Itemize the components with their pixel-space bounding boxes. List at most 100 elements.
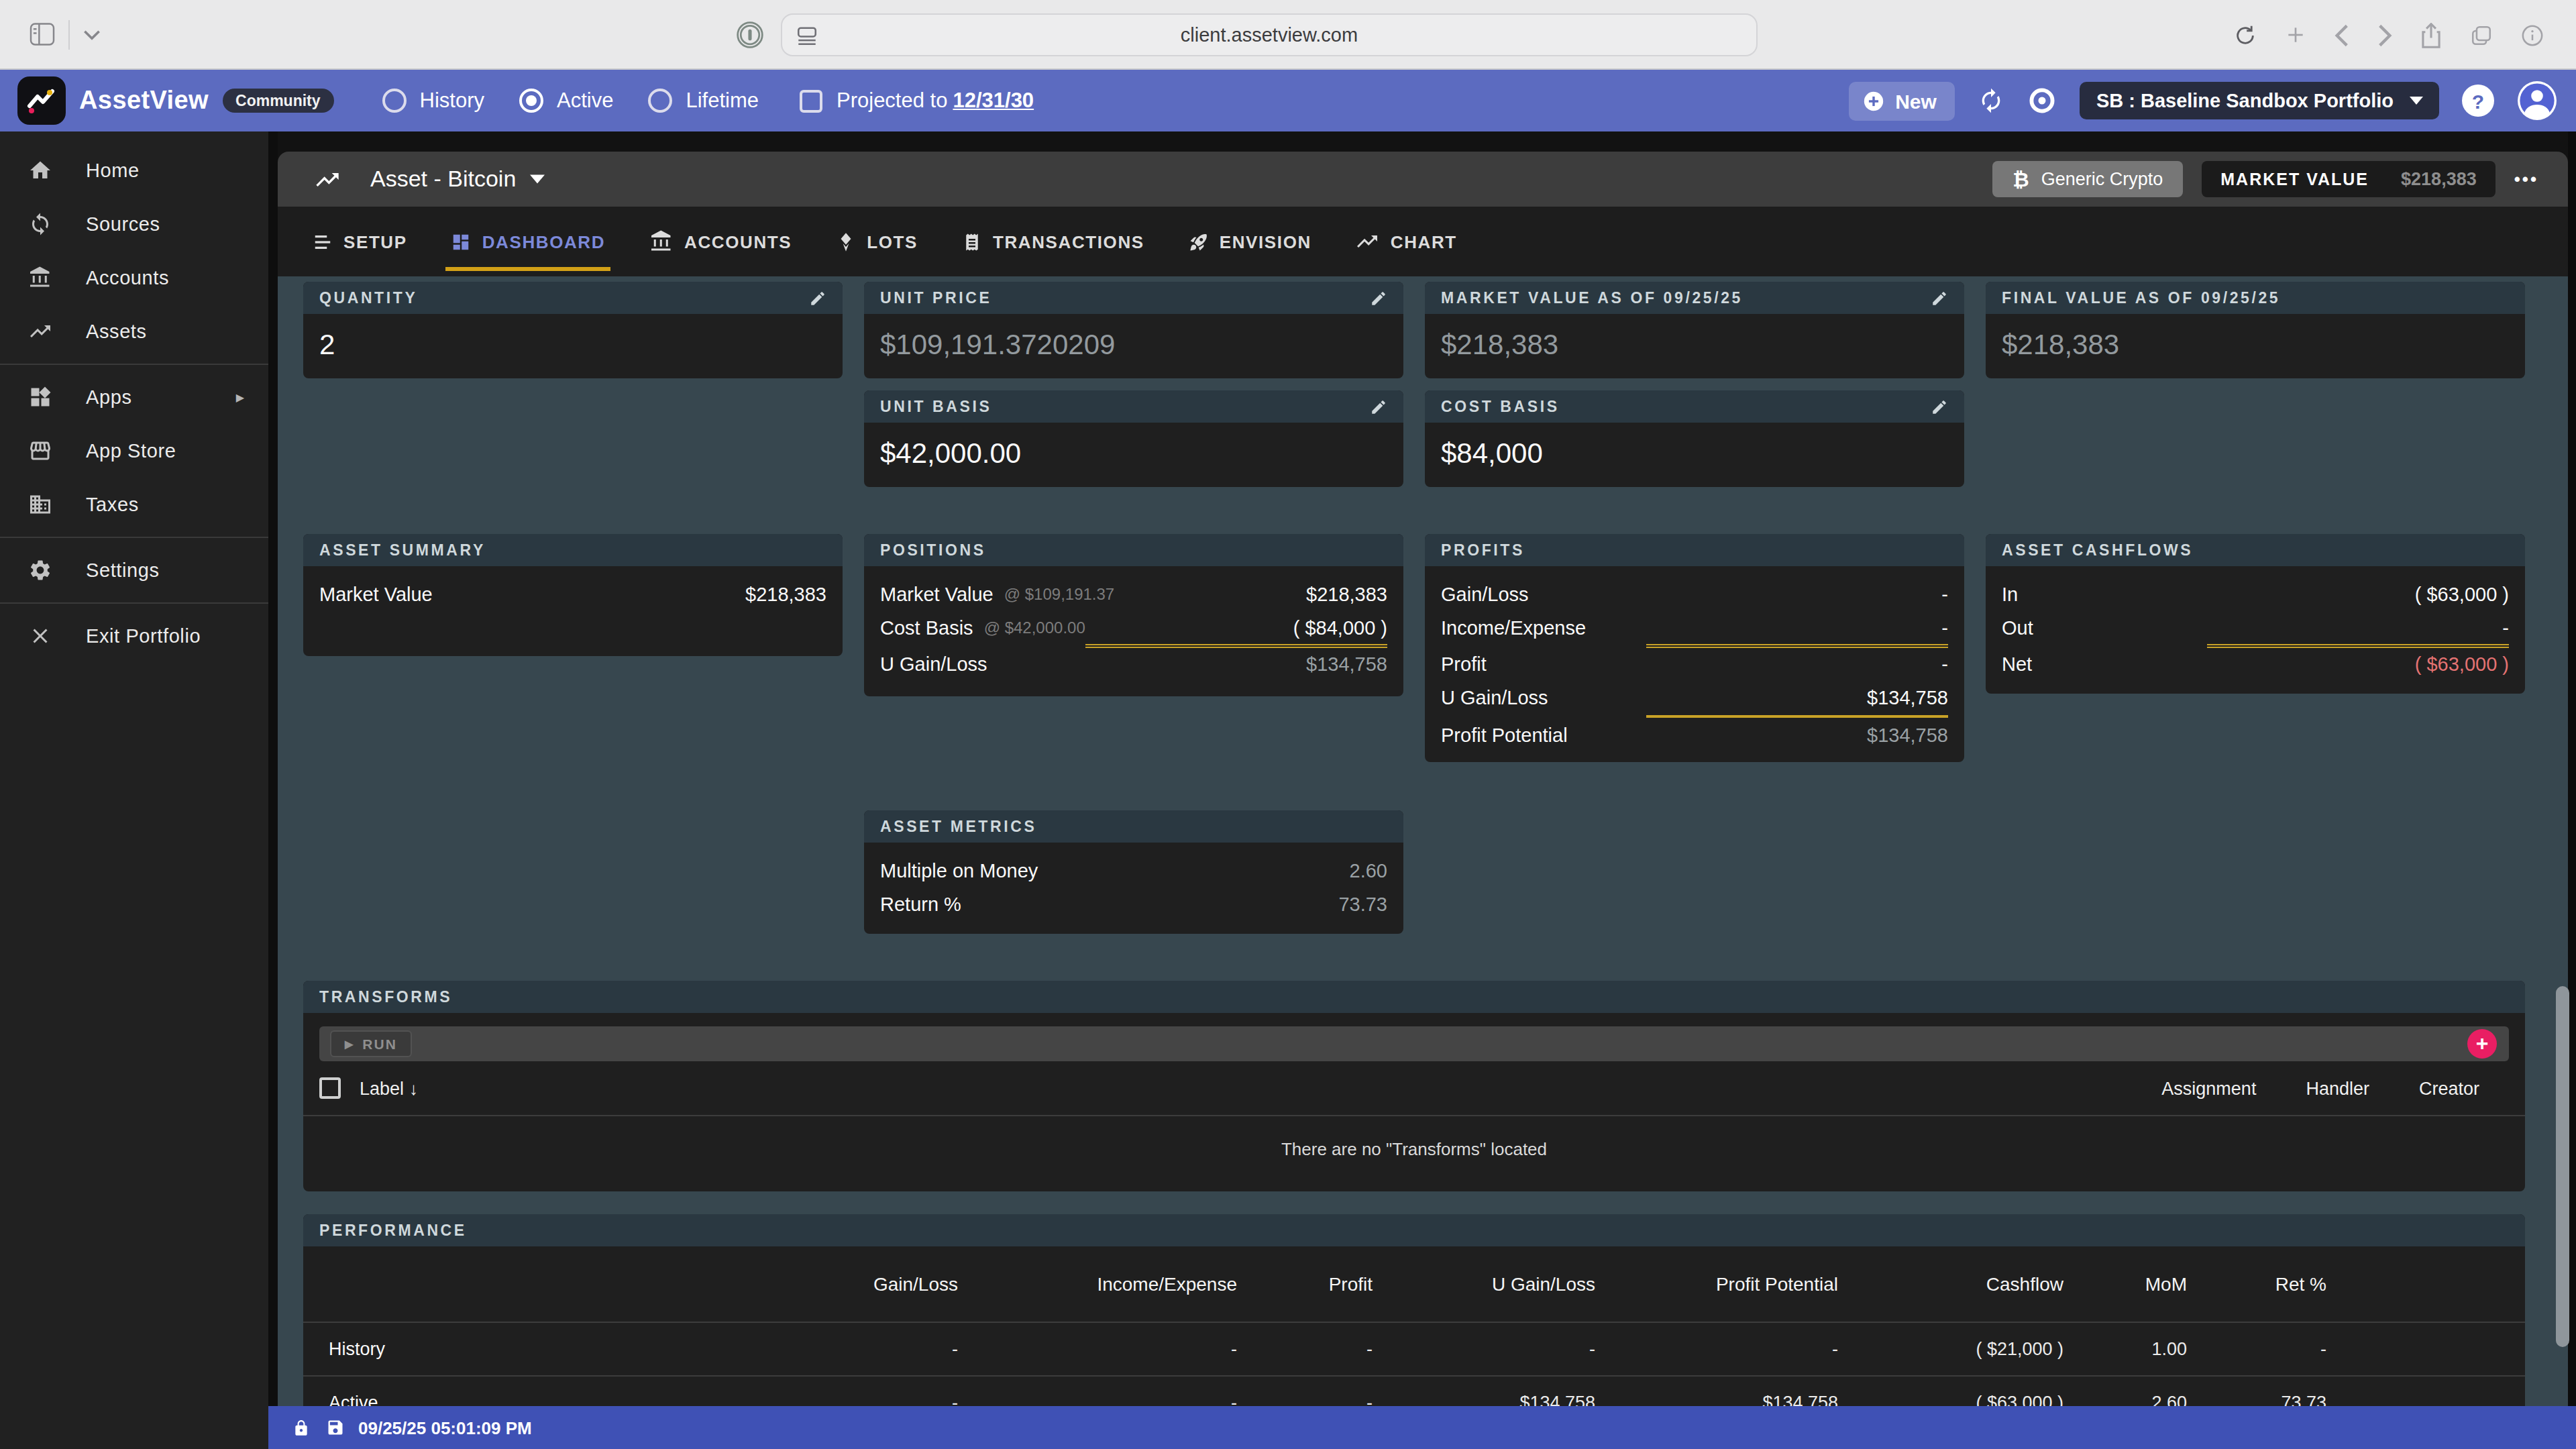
- card-title: ASSET SUMMARY: [319, 542, 486, 558]
- scrollbar-thumb[interactable]: [2556, 986, 2569, 1347]
- tab-label: LOTS: [867, 231, 918, 252]
- edit-icon[interactable]: [809, 289, 826, 307]
- visibility-icon[interactable]: [2028, 86, 2057, 115]
- column-header-handler[interactable]: Handler: [2306, 1078, 2369, 1098]
- column-header: Profit Potential: [1595, 1273, 1838, 1295]
- onepassword-extension-icon[interactable]: [735, 20, 765, 50]
- panel-asset-cashflows: ASSET CASHFLOWSIn( $63,000 )Out-Net( $63…: [1986, 534, 2525, 694]
- sidebar-item-exit-portfolio[interactable]: Exit Portfolio: [0, 609, 268, 663]
- sidebar-item-assets[interactable]: Assets: [0, 305, 268, 358]
- tab-chart[interactable]: CHART: [1356, 207, 1457, 276]
- mode-lifetime[interactable]: Lifetime: [648, 89, 759, 113]
- sidebar-item-sources[interactable]: Sources: [0, 197, 268, 251]
- asset-title[interactable]: Asset - Bitcoin: [370, 166, 516, 193]
- asset-trend-icon: [314, 166, 341, 193]
- edit-icon[interactable]: [1370, 289, 1387, 307]
- sidebar-item-label: Home: [86, 160, 140, 181]
- help-icon[interactable]: ?: [2462, 85, 2494, 117]
- card-value: $218,383: [1425, 314, 1964, 376]
- sidebar-toggle-icon[interactable]: [30, 23, 55, 46]
- card-header: POSITIONS: [864, 534, 1403, 566]
- panel-row: Market Value$218,383: [303, 577, 843, 610]
- tab-envision[interactable]: ENVISION: [1189, 207, 1311, 276]
- card-header: PERFORMANCE: [303, 1214, 2525, 1246]
- tab-accounts[interactable]: ACCOUNTS: [649, 207, 792, 276]
- new-button[interactable]: New: [1848, 81, 1955, 120]
- address-bar[interactable]: client.assetview.com: [781, 13, 1758, 56]
- portfolio-dropdown[interactable]: SB : Baseline Sandbox Portfolio: [2080, 82, 2439, 119]
- projected-to-checkbox-group[interactable]: Projected to: [799, 89, 947, 113]
- row-value: -: [1941, 616, 1948, 638]
- setup-lines-icon: [313, 231, 333, 252]
- market-value-box: MARKET VALUE $218,383: [2202, 161, 2495, 197]
- performance-section: PERFORMANCEGain/LossIncome/ExpenseProfit…: [303, 1214, 2525, 1406]
- row-label: Profit Potential: [1441, 724, 1568, 745]
- lock-icon: [292, 1419, 310, 1436]
- new-tab-icon[interactable]: [2285, 24, 2306, 46]
- row-label: Profit: [1441, 653, 1487, 675]
- home-icon: [27, 157, 54, 184]
- radio-icon[interactable]: [382, 89, 407, 113]
- mode-history[interactable]: History: [382, 89, 484, 113]
- projected-date-link[interactable]: 12/31/30: [953, 89, 1034, 113]
- app-window: client.assetview.com AssetView Community…: [0, 0, 2576, 1449]
- share-icon[interactable]: [2420, 22, 2442, 48]
- reload-icon[interactable]: [2234, 23, 2257, 46]
- column-header: Gain/Loss: [612, 1273, 958, 1295]
- label-column-header[interactable]: Label: [360, 1078, 404, 1098]
- refresh-icon[interactable]: [1978, 87, 2005, 114]
- sidebar-item-settings[interactable]: Settings: [0, 543, 268, 597]
- run-button[interactable]: ▶RUN: [330, 1030, 412, 1057]
- assetview-logo-icon[interactable]: [17, 76, 66, 125]
- tab-transactions[interactable]: TRANSACTIONS: [962, 207, 1144, 276]
- save-icon[interactable]: [326, 1418, 345, 1437]
- mode-active[interactable]: Active: [519, 89, 613, 113]
- tab-dashboard[interactable]: DASHBOARD: [451, 207, 605, 276]
- row-value: -: [1941, 583, 1948, 604]
- close-icon: [27, 623, 54, 649]
- tab-setup[interactable]: SETUP: [313, 207, 407, 276]
- sidebar-item-taxes[interactable]: Taxes: [0, 478, 268, 531]
- chevron-down-icon[interactable]: [83, 29, 101, 40]
- row-checkbox[interactable]: [319, 1077, 341, 1099]
- edit-icon[interactable]: [1931, 289, 1948, 307]
- row-label: Gain/Loss: [1441, 583, 1529, 604]
- chevron-right-icon: ▶: [236, 391, 244, 403]
- panel-row: Cost Basis@ $42,000.00( $84,000 ): [864, 610, 1403, 644]
- gear-icon: [27, 557, 54, 584]
- info-icon[interactable]: [2521, 23, 2544, 46]
- card-value: $84,000: [1425, 423, 1964, 484]
- edit-icon[interactable]: [1370, 398, 1387, 415]
- forward-icon[interactable]: [2377, 23, 2392, 46]
- panel-row: Income/Expense-: [1425, 610, 1964, 644]
- sidebar-item-accounts[interactable]: Accounts: [0, 251, 268, 305]
- sidebar-item-home[interactable]: Home: [0, 144, 268, 197]
- panel-row: U Gain/Loss$134,758: [864, 647, 1403, 681]
- value-card-quantity: QUANTITY2: [303, 282, 843, 378]
- sidebar-item-label: Taxes: [86, 494, 139, 515]
- sidebar-item-apps[interactable]: Apps▶: [0, 370, 268, 424]
- value-card-unit_basis: UNIT BASIS$42,000.00: [864, 390, 1403, 487]
- panel-body: Multiple on Money2.60Return %73.73: [864, 843, 1403, 920]
- column-header-assignment[interactable]: Assignment: [2161, 1078, 2256, 1098]
- column-header-creator[interactable]: Creator: [2419, 1078, 2479, 1098]
- radio-icon[interactable]: [648, 89, 672, 113]
- back-icon[interactable]: [2334, 23, 2349, 46]
- tab-label: ENVISION: [1220, 231, 1311, 252]
- add-transform-button[interactable]: +: [2467, 1029, 2497, 1059]
- edit-icon[interactable]: [1931, 398, 1948, 415]
- checkbox-icon[interactable]: [799, 89, 822, 112]
- sidebar-item-label: Assets: [86, 321, 147, 342]
- sidebar-item-app-store[interactable]: App Store: [0, 424, 268, 478]
- avatar[interactable]: [2517, 80, 2557, 121]
- asset-category-button[interactable]: ₿ Generic Crypto: [1992, 161, 2183, 197]
- row-value: -: [2187, 1339, 2326, 1359]
- radio-selected-icon[interactable]: [519, 89, 543, 113]
- lots-diamond-icon: [836, 231, 856, 252]
- more-menu-icon[interactable]: •••: [2514, 169, 2538, 189]
- asset-title-caret-icon[interactable]: [529, 174, 544, 184]
- trending-up-icon: [1356, 229, 1380, 254]
- tab-lots[interactable]: LOTS: [836, 207, 918, 276]
- tab-overview-icon[interactable]: [2470, 23, 2493, 46]
- row-value: -: [2502, 616, 2509, 638]
